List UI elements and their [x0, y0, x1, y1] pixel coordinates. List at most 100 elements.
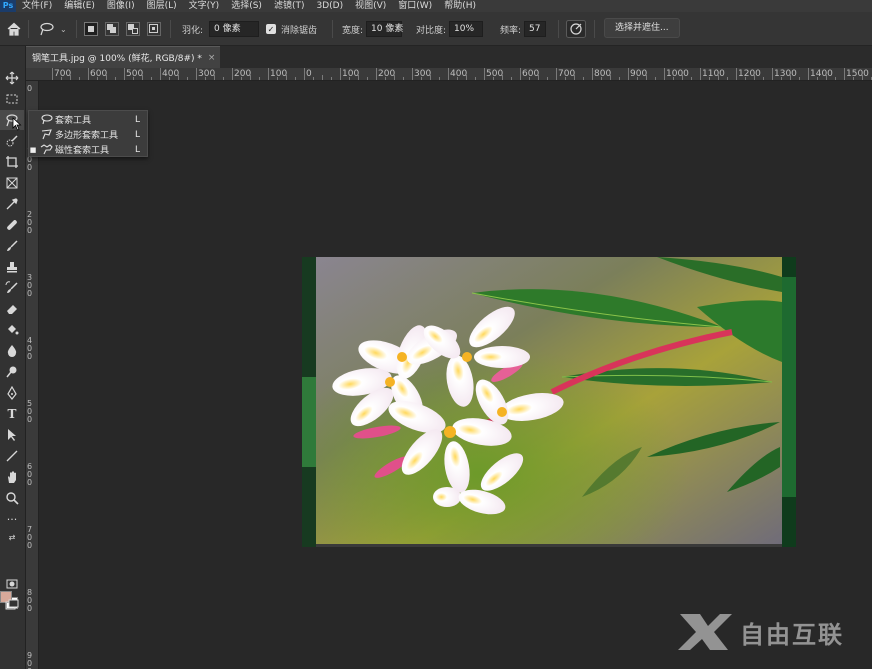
ruler-minor-tick [547, 77, 548, 80]
type-icon: T [7, 407, 17, 421]
document-tab-bar: 钢笔工具.jpg @ 100% (鲜花, RGB/8#) * × [26, 46, 872, 68]
quick-mask-button[interactable] [0, 574, 24, 594]
ruler-tick [124, 68, 125, 80]
ruler-tick-label: 300 [198, 69, 216, 79]
contrast-label: 对比度: [416, 25, 447, 36]
width-input[interactable]: 10 像素 [366, 21, 403, 37]
type-tool[interactable]: T [0, 404, 24, 424]
ruler-minor-tick [322, 75, 323, 80]
tools-panel: T ··· ⇄ [0, 46, 26, 669]
dodge-icon [6, 366, 17, 378]
menu-view[interactable]: 视图(V) [349, 0, 392, 12]
ruler-minor-tick [286, 75, 287, 80]
new-selection-button[interactable] [84, 22, 98, 36]
ruler-minor-tick [583, 77, 584, 80]
healing-brush-tool[interactable] [0, 215, 24, 235]
stylus-pressure-button[interactable] [566, 20, 586, 38]
pen-icon [7, 386, 17, 400]
antialias-checkbox[interactable]: ✓ [266, 24, 276, 34]
menu-filter[interactable]: 滤镜(T) [268, 0, 311, 12]
ruler-minor-tick [529, 77, 530, 80]
ruler-minor-tick [691, 77, 692, 80]
menu-help[interactable]: 帮助(H) [438, 0, 482, 12]
home-button[interactable] [6, 20, 22, 38]
blur-tool[interactable] [0, 341, 24, 361]
ruler-tick [304, 68, 305, 80]
hand-tool[interactable] [0, 467, 24, 487]
separator [332, 20, 333, 38]
menu-select[interactable]: 选择(S) [225, 0, 268, 12]
horizontal-ruler[interactable]: 700 600 500 400 300 200 100 0 100 200 300 400 500 600… [26, 68, 872, 81]
zoom-tool[interactable] [0, 488, 24, 508]
more-tools[interactable]: ··· [0, 509, 24, 529]
mouse-cursor-icon [12, 117, 22, 131]
ruler-minor-tick [655, 77, 656, 80]
shortcut-key: L [135, 144, 141, 155]
ruler-minor-tick [250, 75, 251, 80]
screen-mode-button[interactable] [0, 595, 24, 615]
frequency-input[interactable]: 57 [524, 21, 547, 37]
watermark-text: 自由互联 [740, 620, 844, 649]
ruler-minor-tick [475, 77, 476, 80]
history-brush-tool[interactable] [0, 278, 24, 298]
ruler-minor-tick [97, 77, 98, 80]
menu-image[interactable]: 图像(I) [101, 0, 141, 12]
menu-window[interactable]: 窗口(W) [392, 0, 438, 12]
marquee-tool[interactable] [0, 89, 24, 109]
menu-3d[interactable]: 3D(D) [310, 0, 349, 12]
frame-tool[interactable] [0, 173, 24, 193]
ruler-tick-label: 400 [162, 69, 180, 79]
path-selection-tool[interactable] [0, 425, 24, 445]
vertical-ruler[interactable]: 0100200300400500600700800900 [26, 81, 39, 669]
quick-selection-tool[interactable] [0, 131, 24, 151]
subtract-from-selection-button[interactable] [126, 22, 140, 36]
ruler-minor-tick [718, 75, 719, 80]
eraser-tool[interactable] [0, 299, 24, 319]
ruler-tick-label: 1000 [666, 69, 689, 79]
magnifier-icon [6, 492, 19, 505]
pen-tool[interactable] [0, 383, 24, 403]
stylus-pressure-icon [566, 20, 586, 38]
dodge-tool[interactable] [0, 362, 24, 382]
eyedropper-tool[interactable] [0, 194, 24, 214]
move-tool[interactable] [0, 68, 24, 88]
separator [28, 20, 29, 38]
menu-layer[interactable]: 图层(L) [141, 0, 183, 12]
feather-input[interactable]: 0 像素 [209, 21, 260, 37]
crop-tool[interactable] [0, 152, 24, 172]
ruler-minor-tick [358, 75, 359, 80]
document-tab[interactable]: 钢笔工具.jpg @ 100% (鲜花, RGB/8#) * × [26, 46, 220, 68]
watermark-x-logo-icon [678, 614, 732, 650]
ruler-tick-label: 1200 [738, 69, 761, 79]
close-icon[interactable]: × [208, 53, 216, 63]
ruler-tick-label: 600 [27, 462, 33, 487]
brush-tool[interactable] [0, 236, 24, 256]
document-image[interactable] [302, 257, 796, 547]
flyout-item-label: 多边形套索工具 [55, 131, 119, 141]
add-to-selection-button[interactable] [105, 22, 119, 36]
ruler-tick [664, 68, 665, 80]
contrast-input[interactable]: 10% [449, 21, 484, 37]
menu-file[interactable]: 文件(F) [16, 0, 58, 12]
menu-type[interactable]: 文字(Y) [183, 0, 226, 12]
ruler-minor-tick [565, 77, 566, 80]
ruler-minor-tick [115, 77, 116, 80]
ruler-minor-tick [79, 77, 80, 80]
ruler-tick-label: 300 [27, 273, 33, 298]
swap-colors[interactable]: ⇄ [0, 530, 24, 544]
lasso-icon [40, 114, 53, 125]
rectangular-marquee-icon [6, 94, 18, 104]
paint-bucket-tool[interactable] [0, 320, 24, 340]
flyout-item-polygonal-lasso[interactable]: 多边形套索工具 L [29, 127, 147, 142]
ruler-minor-tick [754, 75, 755, 80]
line-tool[interactable] [0, 446, 24, 466]
flyout-item-lasso[interactable]: 套索工具 L [29, 112, 147, 127]
menu-edit[interactable]: 编辑(E) [58, 0, 101, 12]
intersect-selection-button[interactable] [147, 22, 161, 36]
select-and-mask-button[interactable]: 选择并遮住... [604, 18, 680, 38]
ruler-tick-label: 400 [27, 336, 33, 361]
clone-stamp-tool[interactable] [0, 257, 24, 277]
flyout-item-magnetic-lasso[interactable]: ■ 磁性套索工具 L [29, 142, 147, 157]
tool-preset-picker[interactable]: ⌄ [38, 20, 67, 38]
ruler-minor-tick [169, 77, 170, 80]
